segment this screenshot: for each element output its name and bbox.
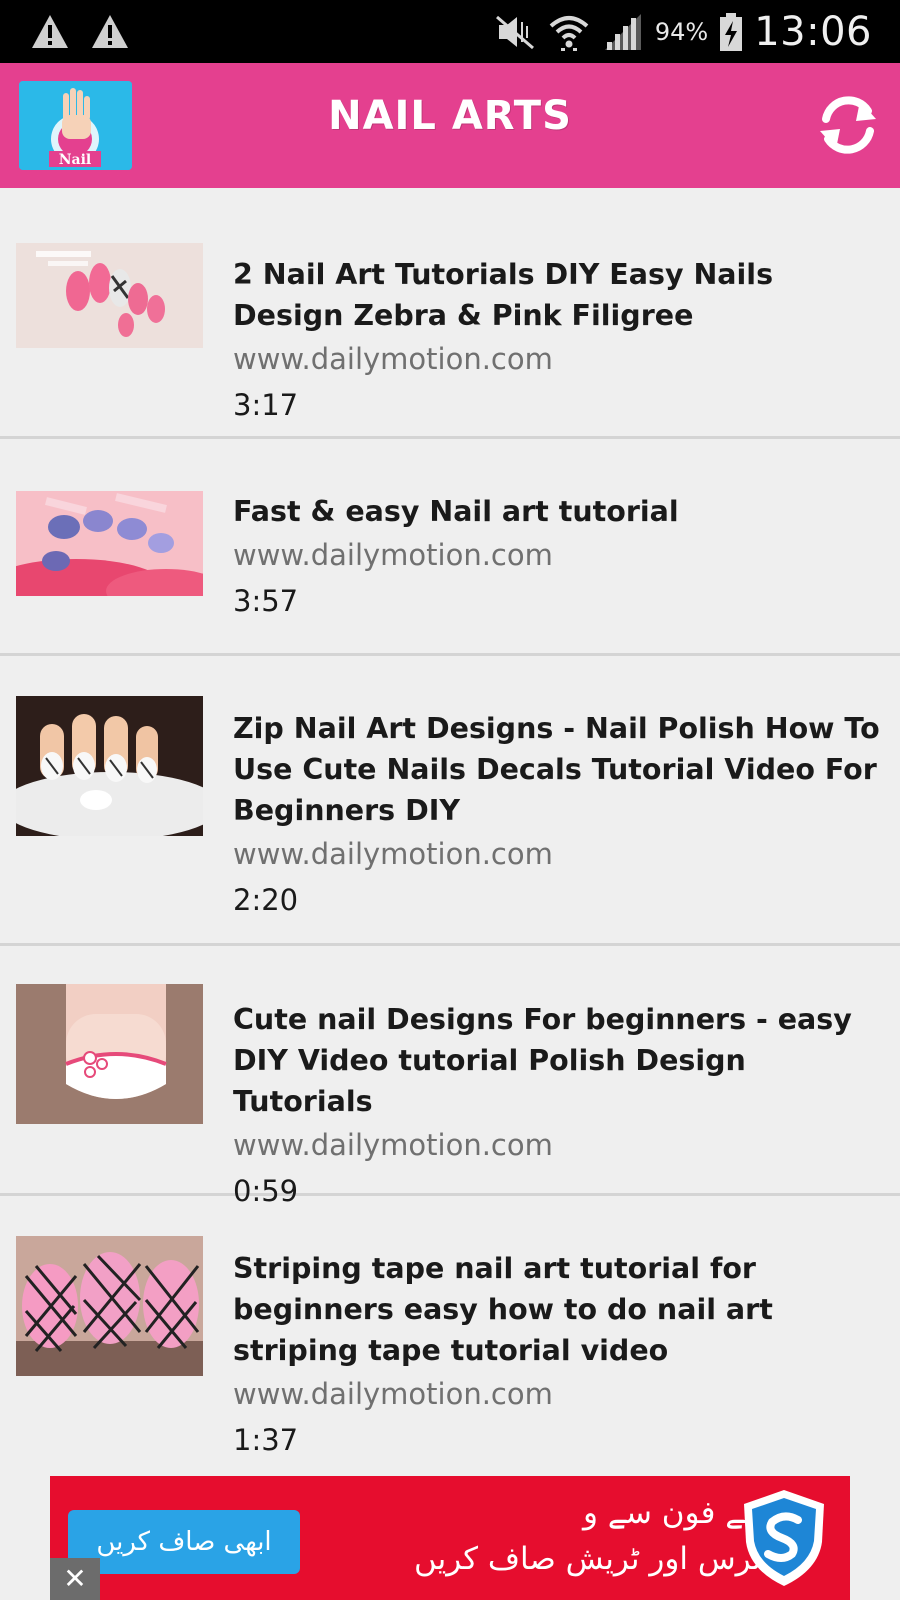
- video-list-item[interactable]: Striping tape nail art tutorial for begi…: [0, 1196, 900, 1496]
- video-title[interactable]: Cute nail Designs For beginners - easy D…: [233, 999, 888, 1122]
- video-duration: 3:17: [233, 388, 299, 422]
- video-thumbnail[interactable]: [16, 1236, 203, 1376]
- video-title[interactable]: 2 Nail Art Tutorials DIY Easy Nails Desi…: [233, 254, 888, 336]
- warning-icon: [92, 15, 128, 48]
- video-list-item[interactable]: Fast & easy Nail art tutorial www.dailym…: [0, 439, 900, 656]
- ad-text-line: اپنے فون سے و: [582, 1495, 770, 1531]
- battery-percentage: 94%: [654, 18, 709, 46]
- ad-cta-button[interactable]: ابھی صاف کریں: [68, 1510, 300, 1574]
- ad-text-line: ائرس اور ٹریش صاف کریں: [413, 1541, 770, 1577]
- ad-banner[interactable]: ابھی صاف کریں اپنے فون سے و ائرس اور ٹری…: [50, 1476, 850, 1600]
- signal-icon: [604, 14, 641, 50]
- mute-icon: [495, 15, 534, 50]
- app-bar: Nail NAIL ARTS: [0, 63, 900, 188]
- video-title[interactable]: Zip Nail Art Designs - Nail Polish How T…: [233, 708, 888, 831]
- battery-charging-icon: [720, 13, 743, 51]
- video-list-item[interactable]: Cute nail Designs For beginners - easy D…: [0, 946, 900, 1208]
- video-source: www.dailymotion.com: [233, 342, 553, 376]
- clock: 13:06: [754, 9, 872, 55]
- warning-icon: [32, 15, 68, 48]
- video-thumbnail[interactable]: [16, 984, 203, 1124]
- video-duration: 2:20: [233, 883, 299, 917]
- wifi-icon: [549, 16, 589, 51]
- status-bar: 94% 13:06: [0, 0, 900, 63]
- svg-text:Nail: Nail: [59, 152, 92, 168]
- video-thumbnail[interactable]: [16, 243, 203, 348]
- video-source: www.dailymotion.com: [233, 837, 553, 871]
- video-list-item[interactable]: 2 Nail Art Tutorials DIY Easy Nails Desi…: [0, 188, 900, 439]
- video-duration: 3:57: [233, 584, 299, 618]
- app-title: NAIL ARTS: [328, 93, 572, 139]
- shield-icon: [744, 1490, 824, 1586]
- video-duration: 1:37: [233, 1423, 299, 1457]
- video-thumbnail[interactable]: [16, 696, 203, 836]
- app-logo: Nail: [19, 81, 132, 170]
- video-thumbnail[interactable]: [16, 491, 203, 596]
- ad-text: اپنے فون سے و ائرس اور ٹریش صاف کریں: [310, 1490, 770, 1582]
- refresh-icon[interactable]: [812, 89, 884, 161]
- video-list-item[interactable]: Zip Nail Art Designs - Nail Polish How T…: [0, 656, 900, 946]
- video-source: www.dailymotion.com: [233, 1128, 553, 1162]
- video-title[interactable]: Fast & easy Nail art tutorial: [233, 491, 888, 532]
- ad-close-button[interactable]: ✕: [50, 1558, 100, 1600]
- video-list: 2 Nail Art Tutorials DIY Easy Nails Desi…: [0, 188, 900, 1496]
- video-source: www.dailymotion.com: [233, 538, 553, 572]
- video-source: www.dailymotion.com: [233, 1377, 553, 1411]
- video-title[interactable]: Striping tape nail art tutorial for begi…: [233, 1248, 888, 1371]
